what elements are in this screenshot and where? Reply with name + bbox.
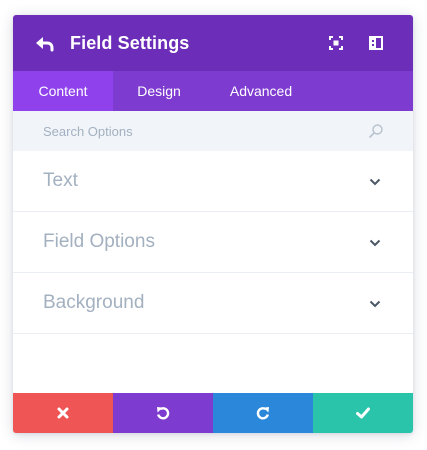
undo-button[interactable] bbox=[113, 393, 213, 433]
modal-title: Field Settings bbox=[70, 33, 190, 53]
sidebar-dock-icon bbox=[369, 36, 383, 50]
chevron-down-icon bbox=[369, 300, 381, 308]
undo-arrow-icon bbox=[36, 37, 54, 52]
modal-header: Field Settings bbox=[13, 15, 413, 71]
section-text-label: Text bbox=[43, 170, 78, 191]
fullscreen-button[interactable] bbox=[328, 35, 344, 51]
tab-bar: Content Design Advanced bbox=[13, 71, 413, 111]
search-bar bbox=[13, 111, 413, 151]
back-button[interactable] bbox=[33, 32, 57, 56]
fullscreen-icon bbox=[329, 36, 343, 50]
cancel-button[interactable] bbox=[13, 393, 113, 433]
search-icon[interactable] bbox=[368, 123, 384, 139]
save-button[interactable] bbox=[313, 393, 413, 433]
check-icon bbox=[356, 407, 370, 419]
chevron-down-icon bbox=[369, 178, 381, 186]
sidebar-dock-button[interactable] bbox=[368, 35, 384, 51]
section-background[interactable]: Background bbox=[13, 273, 413, 334]
redo-icon bbox=[256, 407, 269, 420]
undo-icon bbox=[157, 407, 170, 420]
tab-advanced[interactable]: Advanced bbox=[205, 71, 317, 111]
section-text[interactable]: Text bbox=[13, 151, 413, 212]
close-icon bbox=[57, 407, 69, 419]
section-field-options[interactable]: Field Options bbox=[13, 212, 413, 273]
settings-modal: Field Settings Content Design Advanced S… bbox=[13, 15, 413, 433]
modal-footer bbox=[13, 393, 413, 433]
tab-content[interactable]: Content bbox=[13, 71, 113, 111]
section-field-options-label: Field Options bbox=[43, 231, 155, 252]
tab-design[interactable]: Design bbox=[113, 71, 205, 111]
search-input[interactable] bbox=[43, 111, 363, 151]
chevron-down-icon bbox=[369, 239, 381, 247]
redo-button[interactable] bbox=[213, 393, 313, 433]
section-background-label: Background bbox=[43, 292, 145, 313]
